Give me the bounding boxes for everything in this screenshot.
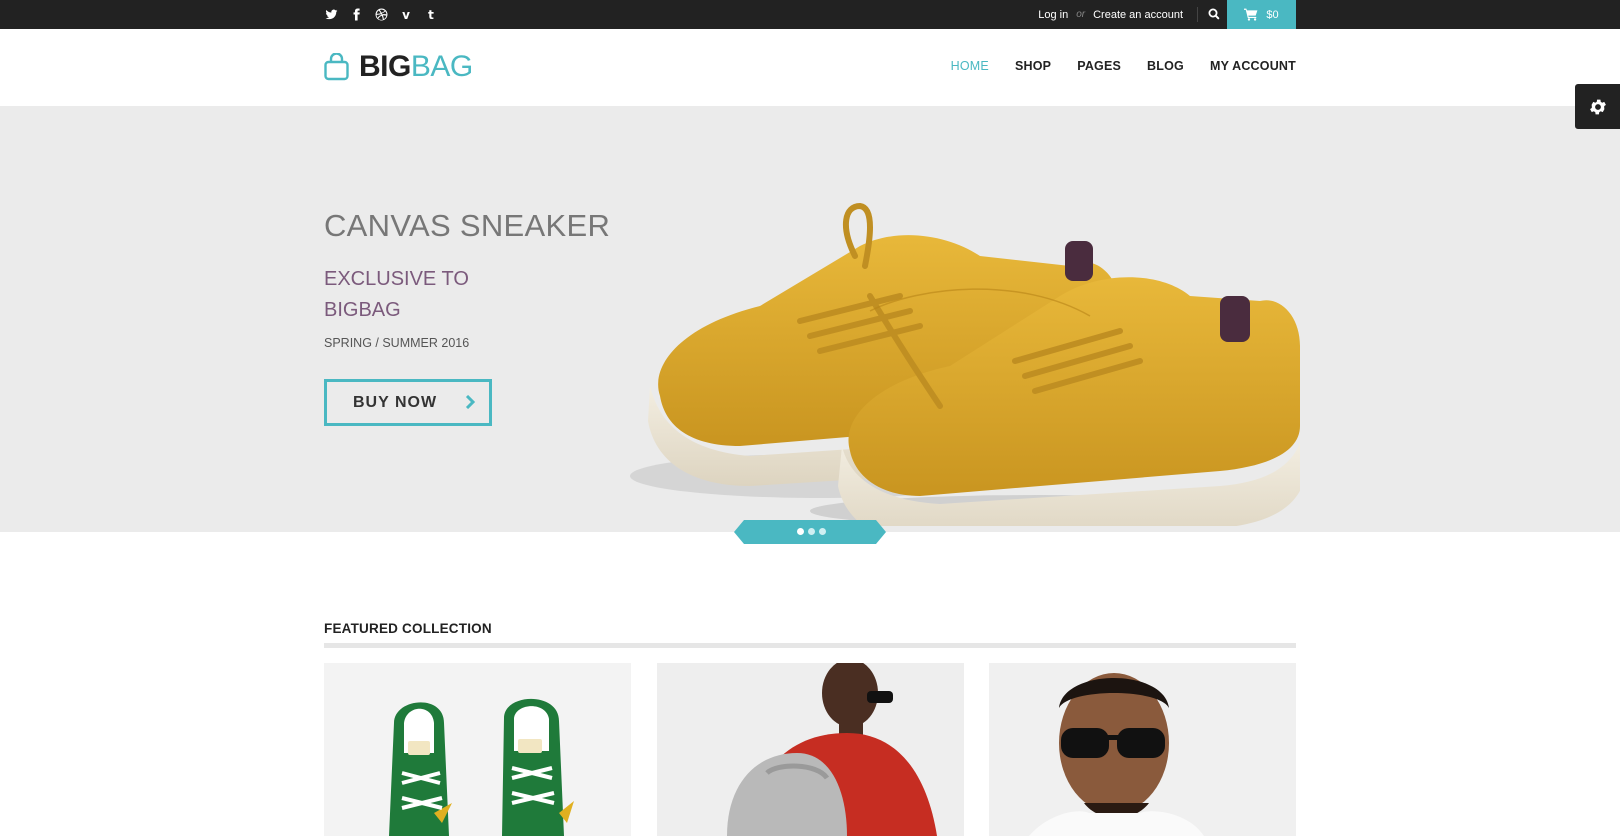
tumblr-icon[interactable]: t (424, 8, 438, 22)
section-divider (324, 643, 1296, 648)
twitter-icon[interactable] (324, 8, 338, 22)
nav-home[interactable]: HOME (951, 59, 989, 73)
settings-panel-toggle[interactable] (1575, 84, 1620, 129)
account-links: Log in or Create an account (1038, 0, 1183, 29)
hero-slider: CANVAS SNEAKER EXCLUSIVE TO BIGBAG SPRIN… (0, 106, 1620, 532)
site-header: BIGBAG HOME SHOP PAGES BLOG MY ACCOUNT (0, 29, 1620, 106)
featured-collection-title: FEATURED COLLECTION (324, 621, 492, 636)
bag-icon (324, 53, 349, 81)
chevron-right-icon (465, 395, 475, 409)
cart-icon (1244, 8, 1258, 21)
hero-subtitle: EXCLUSIVE TO BIGBAG (324, 264, 524, 326)
create-account-link[interactable]: Create an account (1093, 9, 1183, 21)
or-separator: or (1076, 9, 1086, 20)
gear-icon (1589, 99, 1606, 114)
nav-shop[interactable]: SHOP (1015, 59, 1051, 73)
slider-dot-3[interactable] (819, 528, 826, 535)
facebook-icon[interactable] (349, 8, 363, 22)
slider-pagination (734, 520, 886, 544)
product-image-man-with-sunglasses (989, 663, 1296, 836)
nav-my-account[interactable]: MY ACCOUNT (1210, 59, 1296, 73)
dribbble-icon[interactable] (374, 8, 388, 22)
nav-pages[interactable]: PAGES (1077, 59, 1121, 73)
buy-now-label: BUY NOW (353, 393, 438, 411)
top-bar: v t Log in or Create an account $0 (0, 0, 1620, 29)
login-link[interactable]: Log in (1038, 9, 1068, 21)
buy-now-button[interactable]: BUY NOW (324, 379, 492, 426)
logo[interactable]: BIGBAG (324, 49, 473, 85)
cart-button[interactable]: $0 (1227, 0, 1296, 29)
hero-season: SPRING / SUMMER 2016 (324, 336, 470, 350)
slider-dot-1[interactable] (797, 528, 804, 535)
product-image-man-with-backpack (657, 663, 964, 836)
divider (1197, 7, 1198, 22)
logo-text: BIGBAG (359, 50, 473, 83)
hero-subtitle-line1: EXCLUSIVE TO (324, 268, 469, 290)
hero-title: CANVAS SNEAKER (324, 208, 611, 243)
nav-blog[interactable]: BLOG (1147, 59, 1184, 73)
product-card[interactable] (324, 663, 631, 836)
cart-total: $0 (1266, 8, 1279, 21)
product-card[interactable] (989, 663, 1296, 836)
main-nav: HOME SHOP PAGES BLOG MY ACCOUNT (951, 59, 1296, 73)
search-icon[interactable] (1206, 6, 1222, 22)
product-image-green-sneakers (324, 663, 631, 836)
vimeo-icon[interactable]: v (399, 8, 413, 22)
hero-subtitle-line2: BIGBAG (324, 299, 401, 321)
social-links: v t (324, 0, 438, 29)
sneaker-image (630, 202, 1300, 526)
product-card[interactable] (657, 663, 964, 836)
slider-dot-2[interactable] (808, 528, 815, 535)
